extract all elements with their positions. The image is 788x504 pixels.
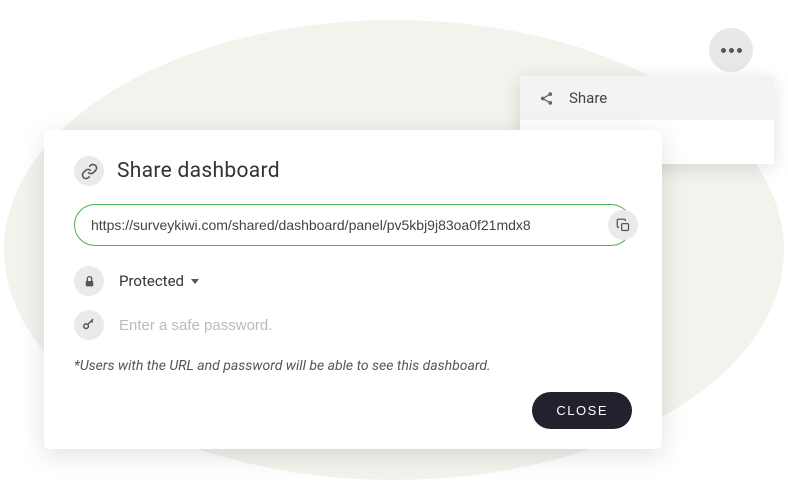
share-url-input[interactable] bbox=[74, 204, 632, 246]
visibility-select[interactable]: Protected bbox=[119, 272, 199, 290]
visibility-row: Protected bbox=[74, 266, 632, 296]
dot-icon bbox=[729, 48, 734, 53]
visibility-label: Protected bbox=[119, 272, 184, 290]
more-options-button[interactable] bbox=[709, 28, 753, 72]
close-button[interactable]: CLOSE bbox=[532, 392, 632, 429]
link-icon bbox=[74, 156, 104, 186]
password-row bbox=[74, 310, 632, 340]
dropdown-item-share[interactable]: Share bbox=[520, 76, 774, 120]
dot-icon bbox=[721, 48, 726, 53]
password-input[interactable] bbox=[119, 317, 632, 334]
copy-url-button[interactable] bbox=[608, 210, 638, 240]
dot-icon bbox=[737, 48, 742, 53]
dropdown-label-share: Share bbox=[569, 89, 607, 107]
lock-icon bbox=[74, 266, 104, 296]
chevron-down-icon bbox=[191, 279, 199, 284]
modal-title: Share dashboard bbox=[117, 159, 280, 183]
url-row bbox=[74, 204, 632, 246]
hint-text: *Users with the URL and password will be… bbox=[74, 358, 632, 374]
modal-header: Share dashboard bbox=[74, 156, 632, 186]
share-icon bbox=[538, 90, 554, 106]
share-modal: Share dashboard Protected bbox=[44, 130, 662, 449]
modal-footer: CLOSE bbox=[74, 392, 632, 429]
key-icon bbox=[74, 310, 104, 340]
